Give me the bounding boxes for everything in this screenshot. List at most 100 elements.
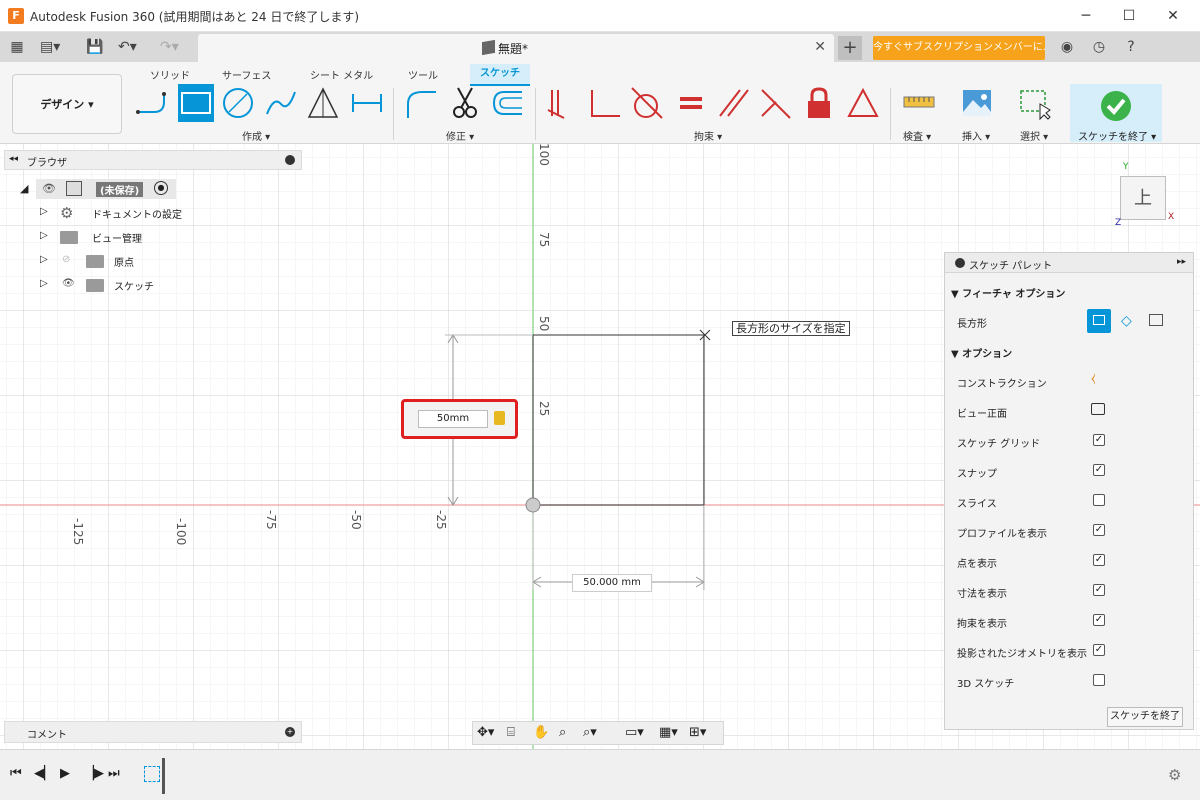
- construction-icon[interactable]: ⧼: [1091, 371, 1096, 386]
- visibility-eye-icon[interactable]: 👁: [42, 182, 56, 195]
- play-icon[interactable]: ▶: [60, 766, 70, 781]
- perpendicular-constraint-icon[interactable]: [588, 86, 622, 120]
- expand-icon[interactable]: ▷: [40, 278, 48, 289]
- show-constraints-checkbox[interactable]: ✓: [1093, 614, 1105, 626]
- redo-icon[interactable]: ↷▾: [160, 38, 179, 56]
- palette-header[interactable]: スケッチ パレット ▸▸: [945, 253, 1193, 273]
- coincident-constraint-icon[interactable]: [546, 86, 580, 120]
- triangle-constraint-icon[interactable]: [846, 86, 880, 120]
- look-at-nav-icon[interactable]: ⌸: [507, 725, 515, 740]
- constraints-group-label[interactable]: 拘束 ▾: [694, 128, 722, 143]
- expand-icon[interactable]: ▷: [40, 206, 48, 217]
- inspect-group-label[interactable]: 検査 ▾: [903, 128, 931, 143]
- tangent-constraint-icon[interactable]: [630, 86, 664, 120]
- parallel-constraint-icon[interactable]: [716, 86, 750, 120]
- history-icon[interactable]: ◷: [1090, 38, 1108, 56]
- browser-options-icon[interactable]: [285, 155, 295, 165]
- comments-panel-header[interactable]: コメント +: [4, 721, 302, 743]
- display-settings-icon[interactable]: ▭▾: [625, 725, 644, 740]
- file-menu-icon[interactable]: ▤▾: [40, 38, 60, 56]
- expand-icon[interactable]: ▷: [40, 230, 48, 241]
- select-group-label[interactable]: 選択 ▾: [1020, 128, 1048, 143]
- close-tab-icon[interactable]: ✕: [814, 39, 826, 55]
- expand-icon[interactable]: ▷: [40, 254, 48, 265]
- section-options[interactable]: ▼ オプション: [951, 345, 1012, 360]
- tab-solid[interactable]: ソリッド: [150, 67, 190, 82]
- app-grid-icon[interactable]: ▦: [8, 38, 26, 56]
- hidden-eye-icon[interactable]: ⊘: [62, 254, 70, 265]
- insert-group-label[interactable]: 挿入 ▾: [962, 128, 990, 143]
- show-profile-checkbox[interactable]: ✓: [1093, 524, 1105, 536]
- finish-sketch-button[interactable]: スケッチを終了 ▾: [1070, 84, 1162, 143]
- minimize-button[interactable]: ─: [1076, 6, 1096, 26]
- show-dimensions-checkbox[interactable]: ✓: [1093, 584, 1105, 596]
- step-forward-icon[interactable]: ▕▶: [84, 766, 104, 781]
- help-icon[interactable]: ?: [1122, 38, 1140, 56]
- new-tab-button[interactable]: +: [838, 36, 862, 60]
- fillet-tool-icon[interactable]: [404, 86, 438, 120]
- visibility-eye-icon[interactable]: 👁: [62, 278, 75, 289]
- width-dimension-input[interactable]: 50.000 mm: [572, 574, 652, 592]
- fit-window-icon[interactable]: ⌕▾: [583, 725, 597, 740]
- dimension-line-icon[interactable]: [350, 86, 384, 120]
- polygon-tool-icon[interactable]: [306, 86, 340, 120]
- browser-root-row[interactable]: ◢ 👁 (未保存) ●: [20, 179, 176, 199]
- center-rectangle-icon[interactable]: [1149, 314, 1163, 326]
- go-to-end-icon[interactable]: ⏭: [108, 766, 120, 781]
- undo-icon[interactable]: ↶▾: [118, 38, 137, 56]
- zoom-icon[interactable]: ⌕: [559, 725, 566, 740]
- fix-lock-icon[interactable]: [802, 86, 836, 120]
- rectangle-tool-icon[interactable]: [178, 84, 214, 122]
- palette-collapse-icon[interactable]: [955, 258, 965, 268]
- show-points-checkbox[interactable]: ✓: [1093, 554, 1105, 566]
- measure-ruler-icon[interactable]: [902, 86, 936, 120]
- step-back-icon[interactable]: ◀▏: [34, 766, 54, 781]
- tab-tools[interactable]: ツール: [408, 67, 438, 82]
- tab-surface[interactable]: サーフェス: [222, 67, 271, 82]
- palette-expand-icon[interactable]: ▸▸: [1177, 257, 1186, 267]
- 3d-sketch-checkbox[interactable]: [1093, 674, 1105, 686]
- viewports-icon[interactable]: ⊞▾: [689, 725, 706, 740]
- document-tab[interactable]: 無題* ✕: [198, 34, 834, 62]
- line-tool-icon[interactable]: [136, 86, 170, 120]
- collapse-browser-icon[interactable]: ◂◂: [9, 154, 18, 164]
- circle-tool-icon[interactable]: [221, 86, 255, 120]
- height-dimension-input[interactable]: 50mm: [418, 410, 488, 428]
- trim-scissors-icon[interactable]: [448, 86, 482, 120]
- arc-tool-icon[interactable]: [264, 86, 298, 120]
- show-projected-checkbox[interactable]: ✓: [1093, 644, 1105, 656]
- tab-sheet-metal[interactable]: シート メタル: [310, 67, 373, 82]
- slice-checkbox[interactable]: [1093, 494, 1105, 506]
- create-group-label[interactable]: 作成 ▾: [242, 128, 270, 143]
- add-comment-icon[interactable]: +: [285, 727, 295, 737]
- snap-checkbox[interactable]: ✓: [1093, 464, 1105, 476]
- two-point-rectangle-icon[interactable]: [1087, 309, 1111, 333]
- orbit-icon[interactable]: ✥▾: [477, 725, 494, 740]
- go-to-start-icon[interactable]: ⏮: [10, 766, 22, 781]
- three-point-rectangle-icon[interactable]: ◇: [1121, 313, 1132, 329]
- timeline-marker[interactable]: [162, 758, 165, 794]
- save-icon[interactable]: 💾: [86, 38, 104, 56]
- lock-icon[interactable]: [494, 411, 505, 425]
- look-at-icon[interactable]: [1091, 403, 1105, 415]
- modify-group-label[interactable]: 修正 ▾: [446, 128, 474, 143]
- close-window-button[interactable]: ✕: [1163, 6, 1183, 26]
- view-cube[interactable]: 上: [1120, 176, 1166, 220]
- insert-image-icon[interactable]: [960, 86, 994, 120]
- sketch-grid-checkbox[interactable]: ✓: [1093, 434, 1105, 446]
- palette-finish-sketch-button[interactable]: スケッチを終了: [1107, 707, 1183, 727]
- equal-constraint-icon[interactable]: [674, 86, 708, 120]
- select-box-icon[interactable]: [1018, 86, 1052, 120]
- activate-component-icon[interactable]: ●: [154, 181, 168, 195]
- midpoint-constraint-icon[interactable]: [758, 86, 792, 120]
- grid-settings-icon[interactable]: ▦▾: [659, 725, 678, 740]
- browser-panel-header[interactable]: ◂◂ ブラウザ: [4, 150, 302, 170]
- offset-tool-icon[interactable]: [490, 86, 524, 120]
- expand-root-icon[interactable]: ◢: [20, 182, 28, 195]
- workspace-switcher[interactable]: デザイン ▾: [12, 74, 122, 134]
- section-feature-options[interactable]: ▼ フィーチャ オプション: [951, 285, 1065, 300]
- pan-hand-icon[interactable]: ✋: [533, 725, 549, 740]
- timeline-sketch-feature-icon[interactable]: [144, 766, 160, 782]
- tab-sketch[interactable]: スケッチ: [470, 64, 530, 86]
- job-status-icon[interactable]: ◉: [1058, 38, 1076, 56]
